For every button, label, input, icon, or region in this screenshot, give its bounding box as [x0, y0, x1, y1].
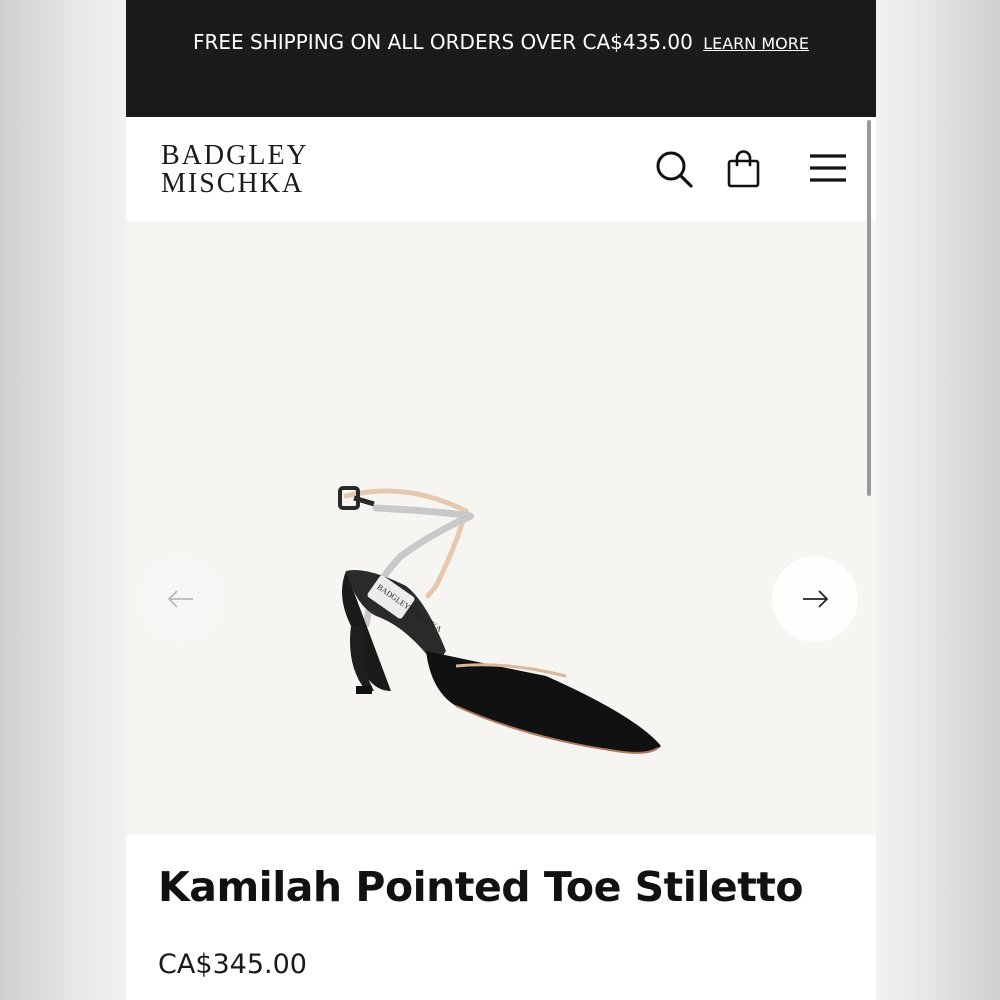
promo-banner: FREE SHIPPING ON ALL ORDERS OVER CA$435.…: [126, 0, 876, 117]
product-title: Kamilah Pointed Toe Stiletto: [158, 863, 804, 911]
brand-logo[interactable]: BADGLEY MISCHKA: [161, 142, 309, 198]
site-header: BADGLEY MISCHKA: [126, 117, 876, 221]
product-image-gallery[interactable]: BADGLEY MISCHKA: [126, 221, 876, 835]
mobile-page: FREE SHIPPING ON ALL ORDERS OVER CA$435.…: [126, 0, 876, 1000]
gallery-next-button[interactable]: [772, 556, 858, 642]
gallery-prev-button[interactable]: [138, 556, 224, 642]
hamburger-menu-icon[interactable]: [808, 149, 848, 189]
arrow-left-icon: [167, 590, 193, 608]
search-icon[interactable]: [654, 149, 694, 189]
logo-line-2: MISCHKA: [161, 168, 305, 199]
arrow-right-icon: [803, 590, 829, 608]
learn-more-link[interactable]: LEARN MORE: [703, 34, 809, 53]
page-scrollbar[interactable]: [867, 120, 871, 496]
shopping-bag-icon[interactable]: [724, 149, 764, 189]
logo-line-1: BADGLEY: [161, 140, 309, 171]
product-photo: BADGLEY MISCHKA: [338, 486, 661, 754]
product-price: CA$345.00: [158, 949, 307, 980]
promo-text: FREE SHIPPING ON ALL ORDERS OVER CA$435.…: [193, 30, 693, 54]
background-blur-left: [0, 0, 126, 1000]
product-info: Kamilah Pointed Toe Stiletto CA$345.00: [126, 835, 876, 1000]
background-blur-right: [876, 0, 1000, 1000]
